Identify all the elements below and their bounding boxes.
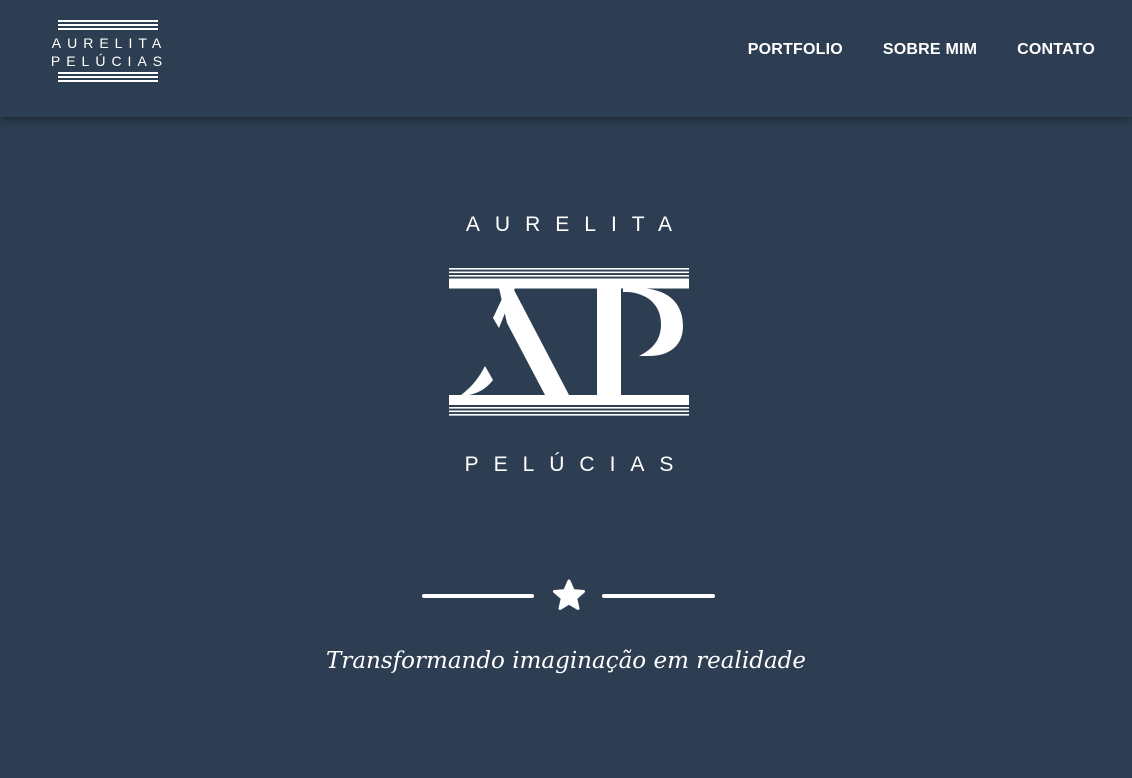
ap-monogram-logo [449, 268, 689, 416]
nav-link-sobre-mim[interactable]: SOBRE MIM [883, 40, 977, 60]
hero-brand-bottom-word: PELÚCIAS [464, 453, 689, 476]
divider-line-left [422, 594, 534, 598]
hero-tagline: Transformando imaginação em realidade [325, 648, 806, 674]
main-nav: PORTFOLIO SOBRE MIM CONTATO [748, 40, 1095, 60]
ornamental-divider [422, 578, 716, 616]
brand-name-line2: PELÚCIAS [50, 53, 169, 69]
divider-line-right [602, 594, 715, 598]
nav-link-contato[interactable]: CONTATO [1017, 40, 1095, 60]
hero-logo: AURELITA PELÚCIAS [430, 210, 708, 480]
top-navbar: AURELITA PELÚCIAS PORTFOLIO SOBRE MIM CO… [0, 0, 1132, 117]
logo-stripes-top [58, 20, 158, 32]
nav-link-portfolio[interactable]: PORTFOLIO [748, 40, 843, 60]
hero-brand-top-word: AURELITA [465, 213, 688, 236]
brand-name-line1: AURELITA [51, 35, 168, 51]
star-icon [553, 579, 585, 610]
logo-stripes-bottom [58, 72, 158, 84]
brand-logo[interactable]: AURELITA PELÚCIAS [38, 20, 178, 82]
